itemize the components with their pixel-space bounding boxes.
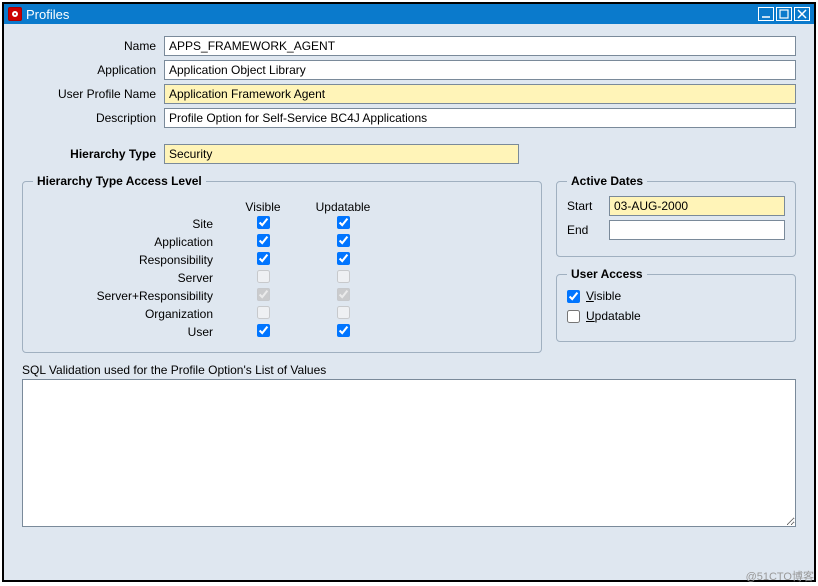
sql-validation-textarea[interactable] — [22, 379, 796, 527]
access-row-label: User — [33, 325, 223, 339]
user-access-visible-label: Visible — [586, 289, 621, 303]
description-field[interactable] — [164, 108, 796, 128]
window-title: Profiles — [26, 7, 69, 22]
access-visible-checkbox — [257, 288, 270, 301]
user-access-group: User Access Visible Updatable — [556, 267, 796, 342]
oracle-icon — [8, 7, 22, 21]
user-access-updatable-label: Updatable — [586, 309, 641, 323]
access-visible-checkbox[interactable] — [257, 234, 270, 247]
start-date-field[interactable] — [609, 196, 785, 216]
access-visible-checkbox[interactable] — [257, 252, 270, 265]
watermark: @51CTO博客 — [746, 568, 814, 584]
close-button[interactable] — [794, 7, 810, 21]
end-label: End — [567, 223, 609, 237]
active-dates-group: Active Dates Start End — [556, 174, 796, 257]
access-visible-checkbox[interactable] — [257, 324, 270, 337]
access-row-label: Site — [33, 217, 223, 231]
access-updatable-checkbox[interactable] — [337, 234, 350, 247]
profiles-window: Profiles Name Application User Profile N… — [2, 2, 816, 582]
access-updatable-checkbox[interactable] — [337, 252, 350, 265]
col-updatable-header: Updatable — [303, 200, 383, 214]
access-row-label: Responsibility — [33, 253, 223, 267]
content-area: Name Application User Profile Name Descr… — [4, 24, 814, 544]
name-field[interactable] — [164, 36, 796, 56]
description-label: Description — [22, 111, 164, 125]
start-label: Start — [567, 199, 609, 213]
end-date-field[interactable] — [609, 220, 785, 240]
access-updatable-checkbox — [337, 306, 350, 319]
sql-validation-label: SQL Validation used for the Profile Opti… — [22, 363, 796, 377]
user-access-visible-checkbox[interactable] — [567, 290, 580, 303]
hierarchy-access-level-group: Hierarchy Type Access Level Visible Upda… — [22, 174, 542, 353]
titlebar: Profiles — [4, 4, 814, 24]
user-access-legend: User Access — [567, 267, 647, 281]
user-profile-label: User Profile Name — [22, 87, 164, 101]
application-field[interactable] — [164, 60, 796, 80]
access-updatable-checkbox[interactable] — [337, 324, 350, 337]
user-access-updatable-checkbox[interactable] — [567, 310, 580, 323]
maximize-button[interactable] — [776, 7, 792, 21]
application-label: Application — [22, 63, 164, 77]
hierarchy-type-label: Hierarchy Type — [22, 147, 164, 161]
access-visible-checkbox — [257, 270, 270, 283]
col-visible-header: Visible — [223, 200, 303, 214]
hierarchy-access-legend: Hierarchy Type Access Level — [33, 174, 206, 188]
name-label: Name — [22, 39, 164, 53]
access-row-label: Server+Responsibility — [33, 289, 223, 303]
access-updatable-checkbox — [337, 288, 350, 301]
access-row-label: Server — [33, 271, 223, 285]
access-row-label: Organization — [33, 307, 223, 321]
access-row-label: Application — [33, 235, 223, 249]
hierarchy-type-field[interactable] — [164, 144, 519, 164]
access-visible-checkbox — [257, 306, 270, 319]
access-updatable-checkbox — [337, 270, 350, 283]
access-updatable-checkbox[interactable] — [337, 216, 350, 229]
access-visible-checkbox[interactable] — [257, 216, 270, 229]
user-profile-field[interactable] — [164, 84, 796, 104]
active-dates-legend: Active Dates — [567, 174, 647, 188]
minimize-button[interactable] — [758, 7, 774, 21]
